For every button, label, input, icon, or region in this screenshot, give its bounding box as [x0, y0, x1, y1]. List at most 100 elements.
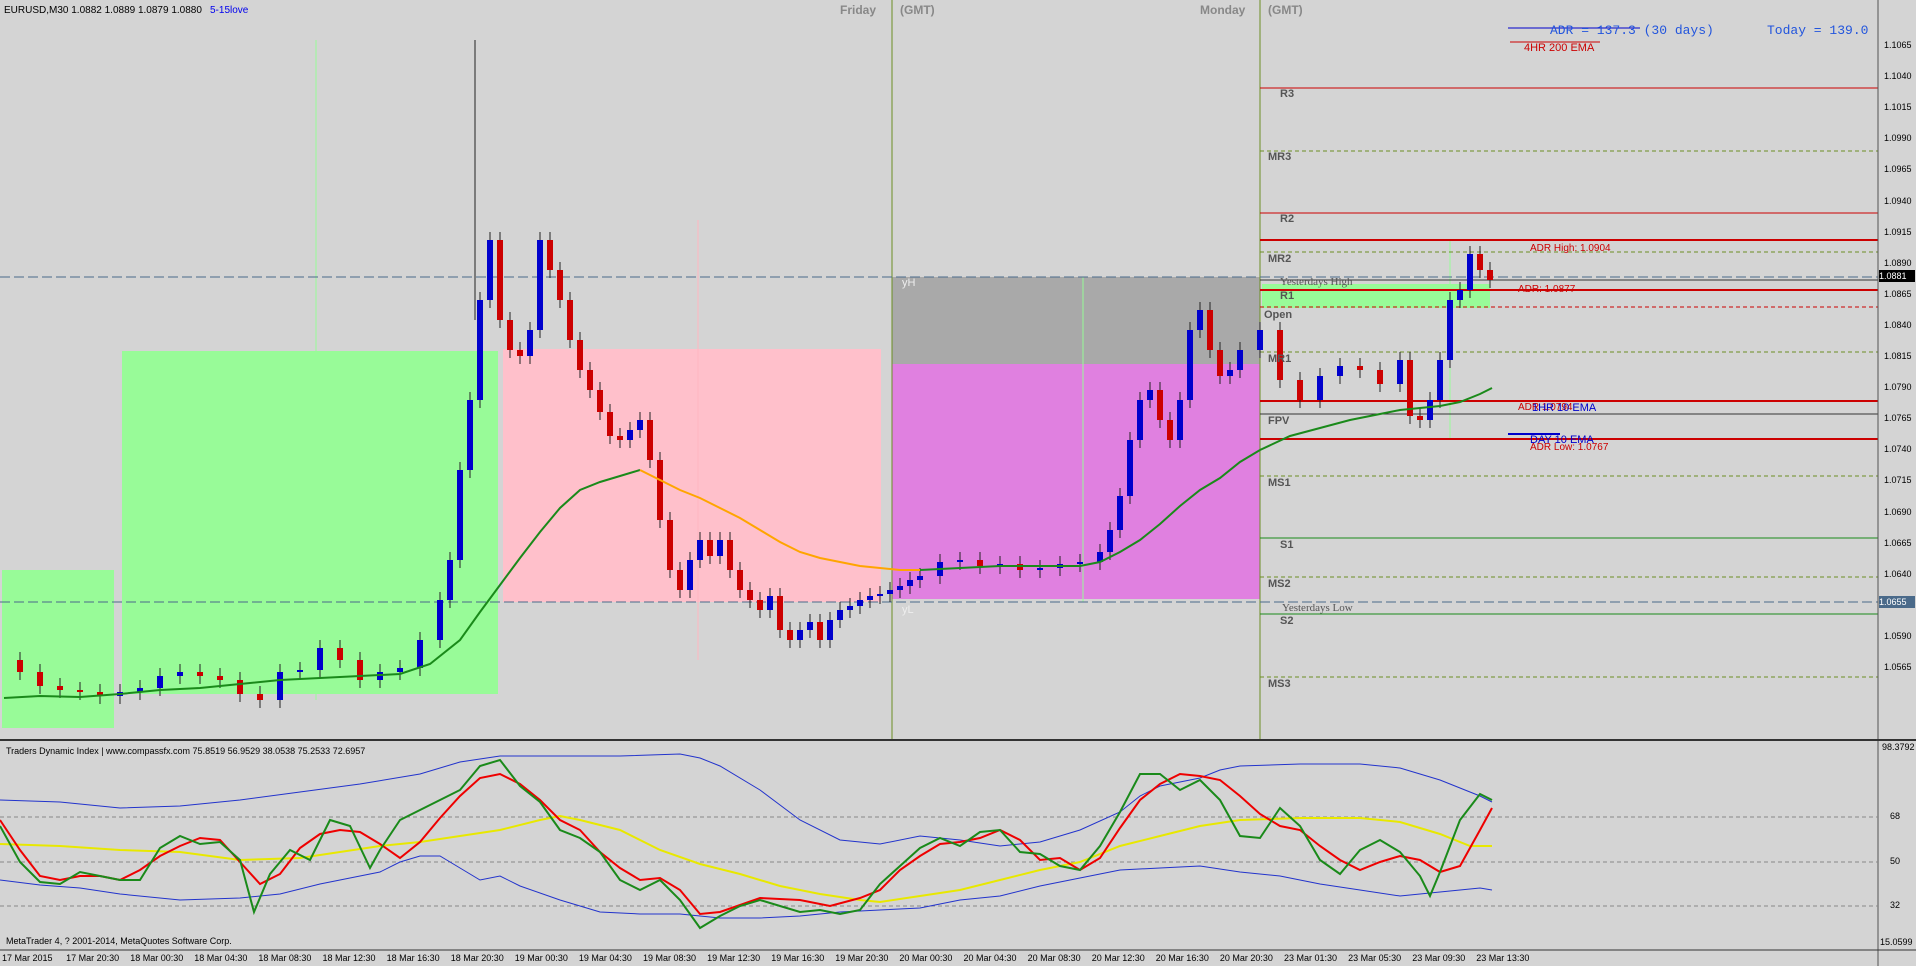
candle-body	[1187, 330, 1193, 400]
candle-body	[277, 672, 283, 700]
time-tick: 19 Mar 00:30	[514, 953, 568, 963]
candle-body	[217, 676, 223, 680]
time-tick: 20 Mar 04:30	[963, 953, 1017, 963]
candle-body	[457, 470, 463, 560]
candle-body	[467, 400, 473, 470]
candle-body	[397, 668, 403, 672]
candle-body	[537, 240, 543, 330]
candle-body	[417, 640, 423, 668]
candle-body	[877, 594, 883, 596]
price-tick: 1.0640	[1884, 568, 1912, 579]
candle-body	[827, 620, 833, 640]
candle-body	[1077, 562, 1083, 564]
price-tick: 1.0565	[1884, 662, 1912, 672]
pivot-r2: R2	[1280, 213, 1295, 225]
candle-body	[37, 672, 43, 686]
candle-body	[1467, 254, 1473, 290]
candle-body	[497, 240, 503, 320]
time-tick: 17 Mar 2015	[2, 953, 53, 963]
time-tick: 23 Mar 13:30	[1476, 953, 1530, 963]
candle-body	[1477, 254, 1483, 270]
candle-body	[887, 590, 893, 594]
pivot-ms2: MS2	[1268, 578, 1291, 590]
candle-body	[1137, 400, 1143, 440]
price-tick: 1.0790	[1884, 382, 1912, 393]
candle-body	[557, 270, 563, 300]
candle-body	[677, 570, 683, 590]
pivot-s1: S1	[1280, 539, 1294, 551]
green-zone-1	[122, 351, 498, 694]
candle-body	[437, 600, 443, 640]
candle-body	[1197, 310, 1203, 330]
candle-body	[507, 320, 513, 350]
candle-body	[77, 690, 83, 692]
candle-body	[897, 586, 903, 590]
time-tick: 20 Mar 16:30	[1155, 953, 1209, 963]
candle-body	[757, 600, 763, 610]
candle-body	[477, 300, 483, 400]
candle-body	[627, 430, 633, 440]
indicator-link[interactable]: 5-15love	[210, 5, 248, 16]
candle-body	[297, 670, 303, 672]
chart-canvas[interactable]	[0, 0, 1916, 966]
candle-body	[1117, 496, 1123, 530]
candle-body	[767, 596, 773, 610]
yh-label: yH	[902, 277, 916, 289]
candle-body	[657, 460, 663, 520]
price-tick: 1.0840	[1884, 319, 1912, 330]
candle-body	[617, 436, 623, 440]
tdi-lower-band	[0, 855, 1493, 919]
session-label-monday: Monday	[1200, 3, 1246, 17]
pivot-mr2: MR2	[1268, 253, 1292, 265]
green-zone-left	[2, 570, 114, 728]
yesterdays-high-label: Yesterdays High	[1280, 276, 1353, 288]
candle-body	[1487, 270, 1493, 280]
price-tick: 1.0690	[1884, 506, 1912, 517]
candle-body	[1377, 370, 1383, 384]
candle-body	[707, 540, 713, 556]
price-tick: 1.1040	[1884, 71, 1912, 82]
candle-body	[847, 606, 853, 610]
candle-body	[517, 350, 523, 356]
candle-body	[727, 540, 733, 570]
candle-body	[1207, 310, 1213, 350]
time-tick: 19 Mar 16:30	[771, 953, 825, 963]
time-tick: 19 Mar 08:30	[643, 953, 697, 963]
adr-mid-label: ADR: 1.0877	[1518, 284, 1576, 295]
copyright: MetaTrader 4, ? 2001-2014, MetaQuotes So…	[6, 936, 232, 946]
candle-body	[867, 596, 873, 600]
candle-body	[837, 610, 843, 620]
price-tick: 1.0865	[1884, 288, 1912, 299]
time-tick: 18 Mar 16:30	[386, 953, 440, 963]
yesterdays-low-label: Yesterdays Low	[1282, 602, 1353, 614]
pivot-r3: R3	[1280, 88, 1295, 100]
time-tick: 23 Mar 09:30	[1412, 953, 1466, 963]
time-tick: 18 Mar 12:30	[322, 953, 376, 963]
candle-body	[577, 340, 583, 370]
candle-body	[597, 390, 603, 412]
candle-body	[637, 420, 643, 430]
adr-low-label: ADR Low: 1.0767	[1530, 442, 1609, 453]
candle-body	[1407, 360, 1413, 416]
candle-body	[547, 240, 553, 270]
candle-body	[1417, 416, 1423, 420]
price-tick: 1.0715	[1884, 475, 1912, 486]
candle-body	[157, 676, 163, 688]
price-tick: 1.0915	[1884, 226, 1912, 237]
candle-body	[1227, 370, 1233, 376]
time-tick: 18 Mar 04:30	[194, 953, 248, 963]
tdi-tick-50: 50	[1890, 856, 1901, 866]
pivot-s2: S2	[1280, 615, 1294, 627]
candle-body	[747, 590, 753, 600]
candle-body	[1217, 350, 1223, 376]
gray-zone-yesterday	[892, 277, 1260, 364]
candle-body	[1107, 530, 1113, 552]
tdi-tick-68: 68	[1890, 811, 1901, 821]
price-tick: 1.1015	[1884, 102, 1912, 113]
candle-body	[797, 630, 803, 640]
time-tick: 20 Mar 00:30	[899, 953, 953, 963]
pivot-ms3: MS3	[1268, 678, 1291, 690]
candle-body	[1177, 400, 1183, 440]
time-tick: 23 Mar 01:30	[1284, 953, 1338, 963]
pivot-open: Open	[1264, 309, 1293, 321]
